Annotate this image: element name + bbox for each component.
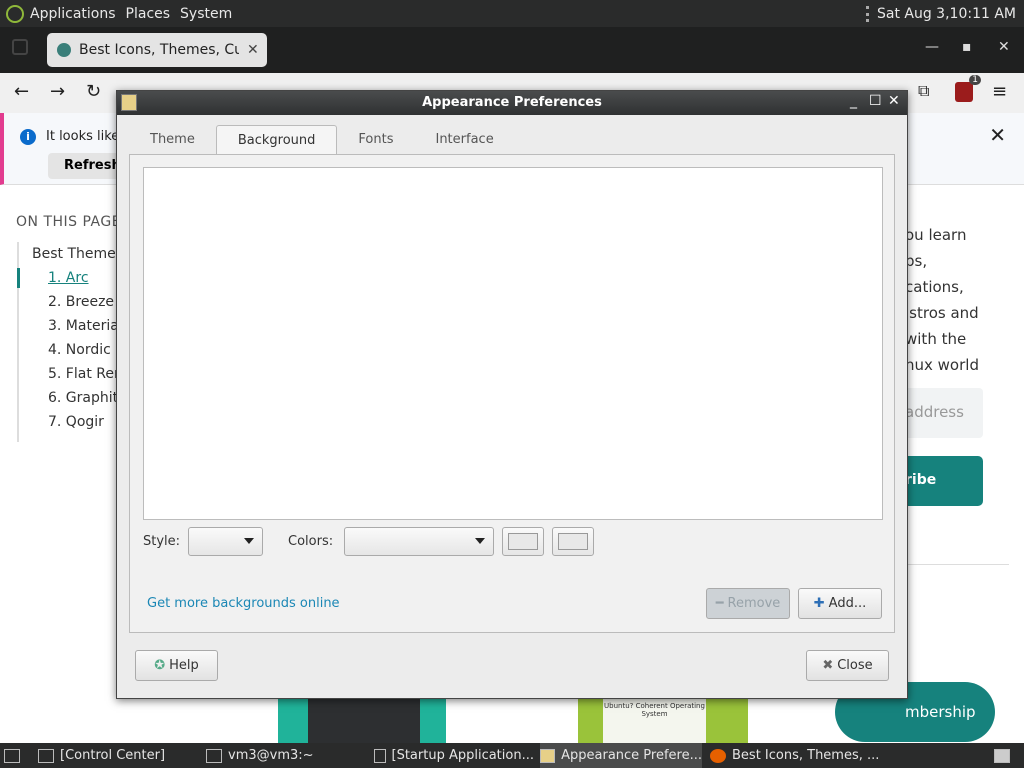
style-label: Style: bbox=[143, 534, 181, 549]
chevron-down-icon bbox=[244, 538, 254, 544]
newsletter-text: ou learn ps, cations, istros and with th… bbox=[905, 226, 979, 374]
extensions-icon[interactable]: ⧉ bbox=[918, 81, 929, 101]
forward-icon[interactable]: → bbox=[50, 81, 65, 102]
colors-combo[interactable] bbox=[344, 527, 494, 556]
toc-active-marker bbox=[17, 268, 20, 288]
dialog-titlebar[interactable]: Appearance Preferences _ ☐ ✕ bbox=[117, 91, 907, 115]
appearance-preferences-dialog: Appearance Preferences _ ☐ ✕ Theme Backg… bbox=[116, 90, 908, 699]
remove-button[interactable]: ━ Remove bbox=[706, 588, 790, 619]
browser-tab-bar: Best Icons, Themes, Cursors ✕ — ▪ ✕ bbox=[0, 27, 1024, 73]
divider bbox=[893, 564, 1009, 565]
chevron-down-icon bbox=[475, 538, 485, 544]
colors-label: Colors: bbox=[288, 534, 334, 549]
taskbar-item[interactable]: Appearance Prefere... bbox=[540, 743, 702, 768]
style-combo[interactable] bbox=[188, 527, 263, 556]
firefox-icon bbox=[710, 748, 726, 763]
close-window-icon[interactable]: ✕ bbox=[998, 39, 1010, 55]
back-icon[interactable]: ← bbox=[14, 81, 29, 102]
tab-fonts[interactable]: Fonts bbox=[337, 125, 414, 155]
panel-menus: Applications Places System bbox=[6, 0, 232, 27]
tab-interface[interactable]: Interface bbox=[414, 125, 514, 155]
close-icon[interactable]: ✕ bbox=[888, 93, 900, 109]
minimize-icon[interactable]: _ bbox=[850, 93, 857, 109]
help-button[interactable]: ✪ Help bbox=[135, 650, 218, 681]
applications-menu[interactable]: Applications bbox=[30, 6, 116, 22]
ublock-icon[interactable]: 1 bbox=[955, 75, 981, 102]
plus-icon: ✚ bbox=[813, 596, 825, 611]
terminal-icon bbox=[206, 748, 222, 763]
thumbnail-gap bbox=[446, 698, 576, 743]
site-favicon-icon bbox=[57, 43, 71, 57]
toc-root-link[interactable]: Best Themes bbox=[32, 246, 123, 262]
places-menu[interactable]: Places bbox=[126, 6, 171, 22]
thumbnail-caption: Ubuntu? Coherent Operating System bbox=[603, 698, 706, 743]
taskbar-item[interactable]: [Startup Application... bbox=[374, 743, 534, 768]
top-panel: Applications Places System Sat Aug 3,10:… bbox=[0, 0, 1024, 27]
browser-tab[interactable]: Best Icons, Themes, Cursors ✕ bbox=[47, 33, 267, 67]
info-icon: i bbox=[20, 129, 36, 145]
appearance-app-icon bbox=[540, 748, 556, 763]
clock-area: Sat Aug 3,10:11 AM bbox=[865, 0, 1016, 27]
toc-heading: ON THIS PAGE bbox=[16, 214, 122, 230]
close-tab-icon[interactable]: ✕ bbox=[247, 42, 259, 58]
tab-theme[interactable]: Theme bbox=[129, 125, 216, 155]
newsletter-box: ou learn ps, cations, istros and with th… bbox=[893, 212, 1024, 632]
taskbar-item[interactable]: [Control Center] bbox=[38, 743, 198, 768]
bottom-taskbar: [Control Center] vm3@vm3:~ [Startup Appl… bbox=[0, 743, 1024, 768]
browser-tab-title: Best Icons, Themes, Cursors bbox=[79, 42, 239, 58]
preferences-notebook: Theme Background Fonts Interface Style: … bbox=[129, 125, 895, 633]
primary-color-button[interactable] bbox=[502, 527, 544, 556]
clock[interactable]: Sat Aug 3,10:11 AM bbox=[877, 6, 1016, 22]
panel-grip-icon bbox=[865, 5, 869, 22]
list-tabs-icon[interactable] bbox=[12, 39, 28, 55]
thumbnail-image: Ubuntu? Coherent Operating System bbox=[578, 698, 748, 743]
startup-apps-icon bbox=[374, 748, 386, 763]
help-icon: ✪ bbox=[154, 658, 166, 673]
reload-icon[interactable]: ↻ bbox=[86, 81, 101, 102]
taskbar-item[interactable]: vm3@vm3:~ bbox=[206, 743, 366, 768]
article-thumbnails: Ubuntu? Coherent Operating System bbox=[278, 698, 748, 743]
maximize-icon[interactable]: ☐ bbox=[869, 93, 882, 109]
control-center-icon bbox=[38, 748, 54, 763]
close-button[interactable]: ✖ Close bbox=[806, 650, 889, 681]
tab-background[interactable]: Background bbox=[215, 125, 338, 155]
minus-icon: ━ bbox=[715, 596, 724, 611]
close-infobar-icon[interactable]: ✕ bbox=[989, 123, 1006, 147]
dialog-title: Appearance Preferences bbox=[422, 95, 602, 110]
thumbnail-image bbox=[278, 698, 446, 743]
workspace-switcher-icon[interactable] bbox=[994, 743, 1010, 768]
maximize-icon[interactable]: ▪ bbox=[962, 39, 972, 55]
tab-strip: Theme Background Fonts Interface bbox=[129, 125, 895, 155]
secondary-color-button[interactable] bbox=[552, 527, 594, 556]
taskbar-item[interactable]: Best Icons, Themes, ... bbox=[710, 743, 880, 768]
background-panel: Style: Colors: Get more backgrounds onli… bbox=[129, 154, 895, 633]
system-menu[interactable]: System bbox=[180, 6, 232, 22]
minimize-icon[interactable]: — bbox=[925, 39, 939, 55]
extension-badge: 1 bbox=[969, 75, 981, 85]
menu-icon[interactable]: ≡ bbox=[992, 81, 1007, 102]
get-more-backgrounds-link[interactable]: Get more backgrounds online bbox=[147, 596, 340, 611]
close-icon: ✖ bbox=[822, 658, 834, 673]
table-of-contents: ON THIS PAGE Best Themes 1. Arc 2. Breez… bbox=[0, 212, 128, 472]
add-button[interactable]: ✚ Add... bbox=[798, 588, 882, 619]
mate-logo-icon[interactable] bbox=[6, 4, 24, 23]
background-list[interactable] bbox=[143, 167, 883, 520]
show-desktop-icon[interactable] bbox=[4, 743, 20, 768]
